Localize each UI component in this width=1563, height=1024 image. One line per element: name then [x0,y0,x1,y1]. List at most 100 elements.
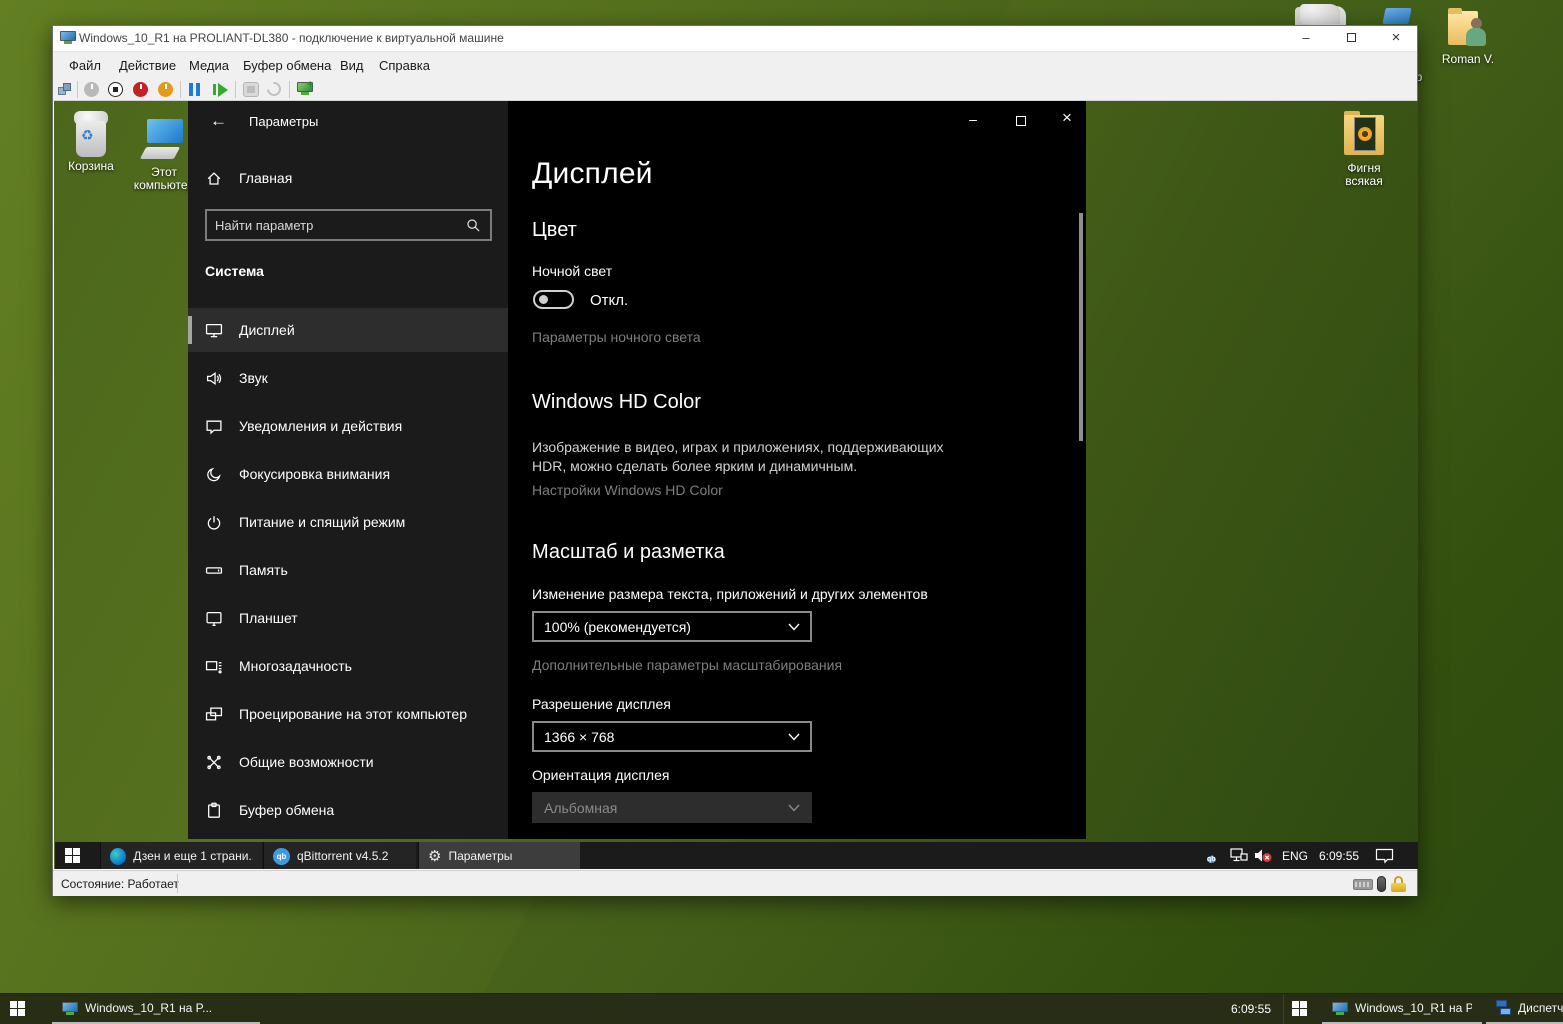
sidebar-item-sound[interactable]: Звук [188,356,508,400]
taskbar-task-settings[interactable]: ⚙ Параметры [418,842,580,869]
sidebar-item-focus-assist[interactable]: Фокусировка внимания [188,452,508,496]
desktop-icon-label: Фигня [1347,161,1380,175]
enhanced-session-icon[interactable]: + [297,82,313,95]
taskbar-divider [1283,994,1284,1024]
menu-view[interactable]: Вид [336,57,368,74]
projecting-icon [205,706,223,723]
reset-icon[interactable] [213,83,227,96]
menu-help[interactable]: Справка [375,57,434,74]
moon-icon [205,466,223,483]
language-indicator[interactable]: ENG [1282,849,1308,863]
sidebar-item-tablet[interactable]: Планшет [188,596,508,640]
sidebar-item-label: Общие возможности [239,754,374,770]
selection-accent-bar [188,316,192,344]
taskbar-task-edge[interactable]: Дзен и еще 1 страни... [100,842,262,869]
sidebar-item-multitasking[interactable]: Многозадачность [188,644,508,688]
chevron-down-icon [788,733,800,741]
orientation-dropdown: Альбомная [532,792,812,823]
sidebar-item-display[interactable]: Дисплей [188,308,508,352]
guest-start-button[interactable] [65,848,80,868]
search-input[interactable] [207,218,466,233]
settings-close-button[interactable]: × [1052,108,1082,130]
start-vm-icon[interactable] [84,82,99,97]
sidebar-item-storage[interactable]: Память [188,548,508,592]
desktop-icon-label: всякая [1345,174,1382,188]
volume-muted-icon[interactable] [1254,848,1272,863]
host-task-vm[interactable]: Windows_10_R1 на P... [52,994,260,1024]
sidebar-section-title: Система [205,263,264,279]
statusbar-divider [177,874,178,893]
checkpoint-icon[interactable] [243,82,259,97]
sidebar-item-shared-experiences[interactable]: Общие возможности [188,740,508,784]
task-label: Дзен и еще 1 страни... [133,849,253,863]
scrollbar-thumb[interactable] [1079,213,1083,441]
scale-value: 100% (рекомендуется) [544,619,691,635]
back-arrow-icon[interactable]: ← [210,111,227,131]
taskbar-task-qbittorrent[interactable]: qb qBittorrent v4.5.2 [263,842,416,869]
scale-dropdown[interactable]: 100% (рекомендуется) [532,611,812,642]
host-clock[interactable]: 6:09:55 [1195,1002,1271,1016]
hdr-settings-link[interactable]: Настройки Windows HD Color [532,482,723,498]
menu-clipboard[interactable]: Буфер обмена [239,57,335,74]
guest-clock[interactable]: 6:09:55 [1319,849,1359,863]
sidebar-item-label: Главная [239,170,292,186]
vm-minimize-button[interactable]: – [1291,28,1321,48]
desktop-icon-recycle-bin[interactable]: ♻ Корзина [54,111,128,173]
ctrl-alt-del-icon[interactable] [58,83,72,96]
night-light-toggle[interactable] [533,290,574,309]
host-task-vm-secondary[interactable]: Windows_10_R1 на P... [1322,994,1482,1024]
hdr-description-line2: HDR, можно сделать более ярким и динамич… [532,457,857,476]
settings-maximize-button[interactable] [1006,111,1036,133]
host-task-hyperv-manager[interactable]: Диспетчер [1486,994,1563,1024]
task-label: Windows_10_R1 на P... [1355,1001,1472,1015]
desktop-icon-stuff-folder[interactable]: Фигня всякая [1327,111,1401,188]
turn-off-icon[interactable] [108,82,123,97]
settings-minimize-button[interactable]: – [958,111,988,133]
vmconnect-toolbar: + [53,78,1417,101]
menu-action[interactable]: Действие [115,57,180,74]
storage-icon [205,562,223,579]
search-icon[interactable] [466,218,490,233]
advanced-scaling-link[interactable]: Дополнительные параметры масштабирования [532,657,842,673]
sidebar-item-projecting[interactable]: Проецирование на этот компьютер [188,692,508,736]
mouse-icon [1377,876,1386,892]
sidebar-item-label: Многозадачность [239,658,352,674]
multitasking-icon [205,658,223,675]
sidebar-item-power-sleep[interactable]: Питание и спящий режим [188,500,508,544]
revert-checkpoint-icon[interactable] [264,79,284,99]
pause-icon[interactable] [189,83,200,96]
shutdown-icon[interactable] [133,82,148,97]
hyperv-manager-icon [1496,1000,1511,1016]
desktop-icon-roman-v[interactable]: Roman V. [1437,8,1499,66]
sidebar-item-home[interactable]: Главная [188,159,508,197]
host-folder-icon-partial[interactable] [1382,8,1411,24]
gear-icon: ⚙ [428,848,441,865]
vm-close-button[interactable]: × [1381,28,1411,48]
scale-label: Изменение размера текста, приложений и д… [532,586,928,602]
host-start-button-secondary[interactable] [1292,1001,1307,1021]
network-icon[interactable] [1230,848,1248,863]
save-state-icon[interactable] [158,82,173,97]
action-center-icon[interactable] [1375,848,1394,864]
vm-maximize-button[interactable] [1336,28,1366,48]
sidebar-item-label: Память [239,562,288,578]
host-start-button[interactable] [10,1001,25,1021]
settings-window: ← Параметры Главная Система Дисп [188,101,1086,839]
sidebar-item-notifications[interactable]: Уведомления и действия [188,404,508,448]
host-desktop-icon-partial[interactable] [1300,4,1340,24]
vmconnect-titlebar[interactable]: Windows_10_R1 на PROLIANT-DL380 - подклю… [53,26,1417,51]
menu-media[interactable]: Медиа [185,57,233,74]
task-label: Диспетчер [1518,1001,1563,1015]
qbittorrent-icon: qb [273,848,290,865]
sidebar-item-label: Планшет [239,610,298,626]
sidebar-item-label: Проецирование на этот компьютер [239,706,467,722]
resolution-dropdown[interactable]: 1366 × 768 [532,721,812,752]
host-desktop: p Roman V. Windows_10_R1 на PROLIANT-DL3… [0,0,1563,1024]
sidebar-item-clipboard[interactable]: Буфер обмена [188,788,508,832]
sidebar-item-label: Фокусировка внимания [239,466,390,482]
night-light-settings-link[interactable]: Параметры ночного света [532,329,701,345]
settings-header: Параметры [249,114,318,129]
tray-qbittorrent-icon[interactable]: qb [1207,848,1216,867]
clipboard-icon [205,802,223,819]
menu-file[interactable]: Файл [65,57,105,74]
